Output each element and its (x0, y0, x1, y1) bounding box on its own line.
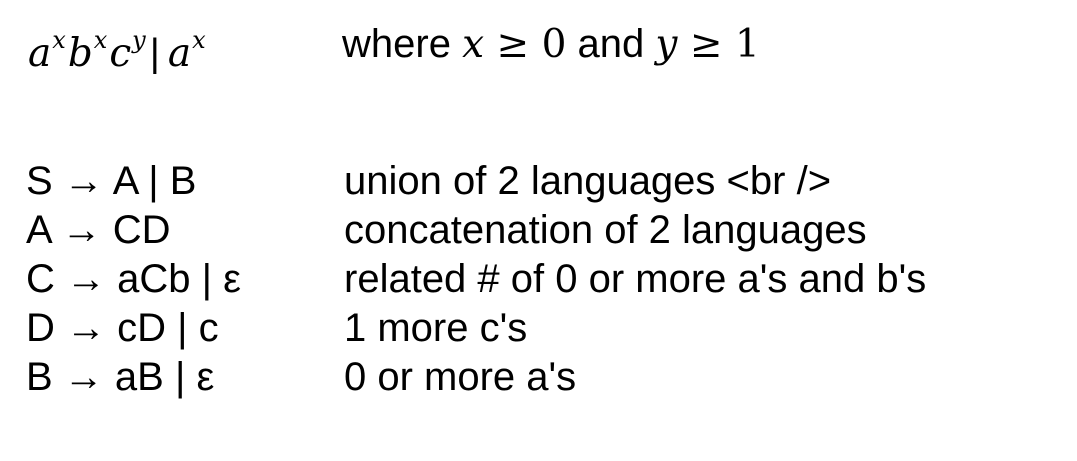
condition-y: y ≥ 1 (655, 22, 759, 67)
grammar-rule: A → CD concatenation of 2 languages (26, 206, 1076, 255)
term-exponent: x (192, 26, 206, 54)
grammar-rule: C → aCb | ε related # of 0 or more a's a… (26, 255, 1076, 304)
term-exponent: x (93, 26, 108, 54)
grammar-rule: D → cD | c 1 more c's (26, 304, 1076, 353)
rule-description: 0 or more a's (344, 355, 577, 399)
production: B → aB | ε (26, 355, 215, 399)
language-condition: where x ≥ 0 and y ≥ 1 (342, 20, 760, 69)
rel-geq: ≥ (689, 22, 723, 67)
production: D → cD | c (26, 306, 219, 350)
term-base: a (167, 31, 192, 76)
term-base: b (67, 31, 93, 76)
language-expression: axbxcy | ax (28, 28, 208, 76)
condition-x: x ≥ 0 (462, 22, 566, 67)
document: axbxcy | ax where x ≥ 0 and y ≥ 1 S → A | … (0, 0, 1077, 461)
term-base: a (28, 31, 52, 76)
term-exponent: y (132, 26, 146, 54)
expr-term-b: bx (67, 28, 110, 76)
num-zero: 0 (541, 22, 567, 67)
rule-description: concatenation of 2 languages (344, 208, 867, 252)
production: S → A | B (26, 159, 197, 203)
union-separator: | (149, 32, 160, 75)
expr-term-alt: ax (167, 28, 208, 76)
and-word: and (577, 22, 645, 66)
term-exponent: x (52, 26, 66, 54)
expr-term-a: ax (28, 28, 68, 76)
term-base: c (109, 31, 132, 76)
var-y: y (655, 22, 678, 67)
language-definition: axbxcy | ax where x ≥ 0 and y ≥ 1 (28, 18, 1068, 98)
production: C → aCb | ε (26, 257, 241, 301)
where-word: where (342, 22, 451, 66)
rule-description: 1 more c's (344, 306, 528, 350)
grammar-rule: B → aB | ε 0 or more a's (26, 353, 1076, 402)
grammar-rules: S → A | B union of 2 languages <br /> A … (26, 157, 1076, 402)
grammar-rule: S → A | B union of 2 languages <br /> (26, 157, 1076, 206)
num-one: 1 (734, 22, 760, 67)
rule-description: union of 2 languages <br /> (344, 159, 832, 203)
production: A → CD (26, 208, 171, 252)
var-x: x (462, 22, 485, 67)
expr-term-c: cy (109, 28, 147, 76)
rule-description: related # of 0 or more a's and b's (344, 257, 927, 301)
rel-geq: ≥ (496, 22, 530, 67)
